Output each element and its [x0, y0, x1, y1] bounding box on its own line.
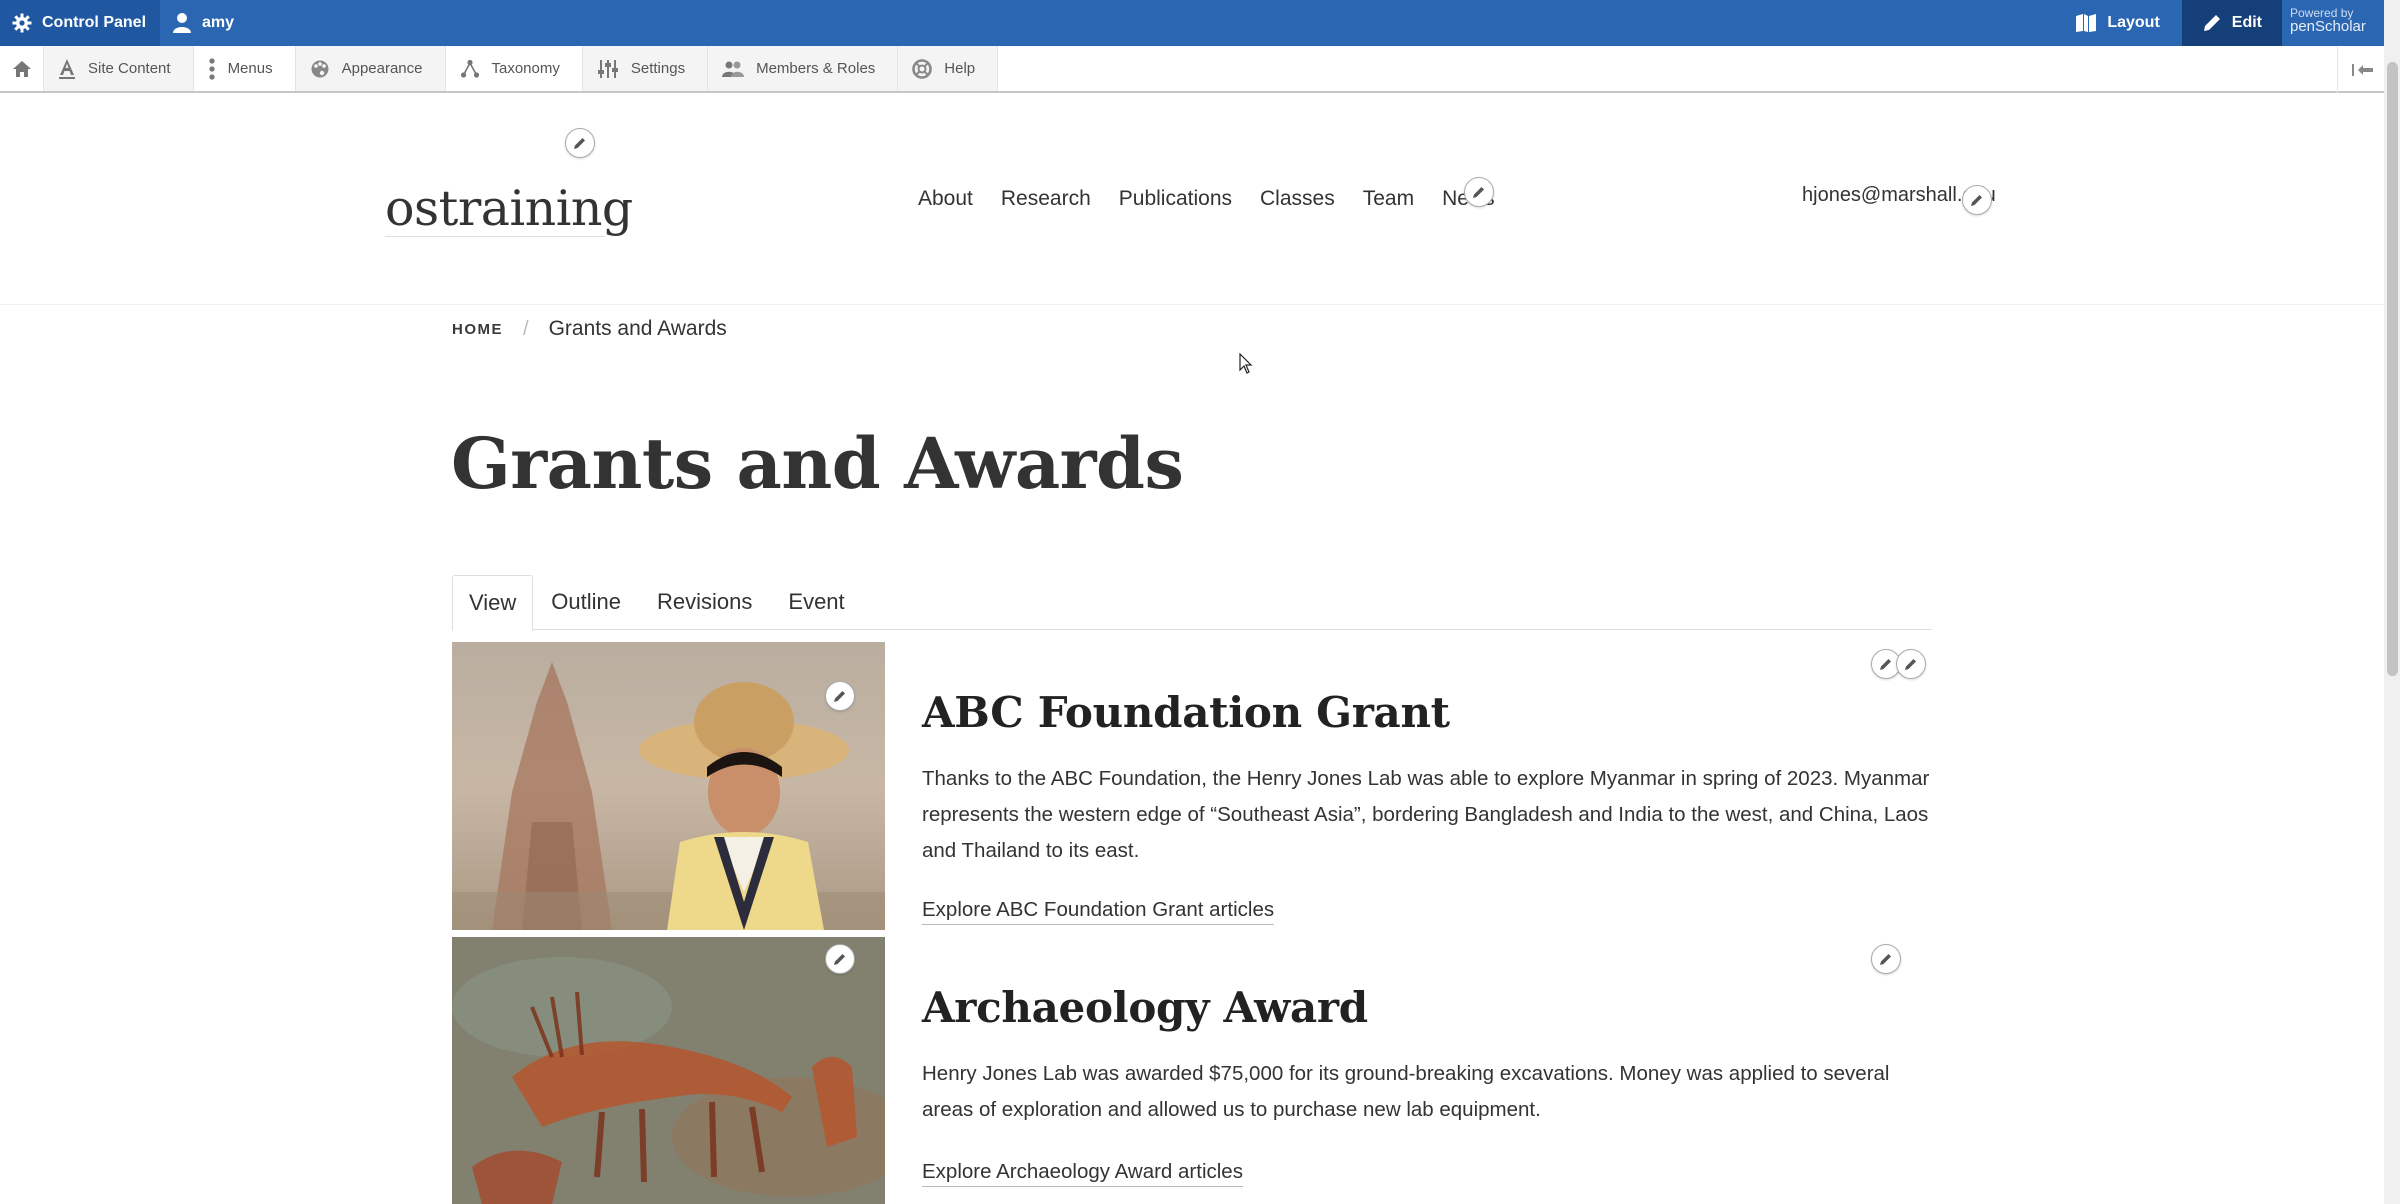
abc-grant-title[interactable]: ABC Foundation Grant — [922, 688, 1450, 737]
help-icon — [912, 58, 933, 79]
edit-image-pencil-button[interactable] — [825, 944, 855, 974]
pencil-icon — [1971, 195, 1982, 206]
pencil-icon — [1905, 659, 1916, 670]
tab-view[interactable]: View — [452, 575, 534, 631]
user-icon — [173, 13, 191, 33]
toolbar-site-content[interactable]: Site Content — [44, 46, 194, 91]
edit-button[interactable]: Edit — [2181, 0, 2282, 46]
pencil-icon — [2203, 15, 2220, 31]
user-name: amy — [202, 14, 235, 31]
edit-label: Edit — [2231, 14, 2262, 31]
edit-item-pencil-button[interactable] — [1896, 649, 1926, 679]
control-panel-label: Control Panel — [42, 14, 147, 31]
edit-menu-pencil-button[interactable] — [1464, 177, 1494, 207]
toolbar-label: Appearance — [341, 60, 423, 77]
toolbar-collapse-button[interactable] — [2337, 46, 2374, 93]
main-navigation: About Research Publications Classes Team… — [918, 187, 1523, 211]
toolbar-label: Members & Roles — [756, 60, 876, 77]
toolbar-label: Settings — [630, 60, 686, 77]
archaeology-award-title[interactable]: Archaeology Award — [922, 983, 1368, 1032]
appearance-icon — [311, 60, 329, 77]
tab-event[interactable]: Event — [770, 575, 862, 630]
collapse-arrow-icon — [2352, 63, 2373, 76]
menus-icon — [208, 57, 215, 80]
settings-icon — [597, 59, 618, 78]
toolbar-menus[interactable]: Menus — [194, 46, 296, 91]
nav-team[interactable]: Team — [1363, 187, 1414, 211]
page-scrollbar[interactable] — [2384, 0, 2400, 1204]
page-tabs: View Outline Revisions Event — [452, 575, 1932, 631]
layout-label: Layout — [2107, 14, 2160, 31]
home-icon — [12, 60, 31, 77]
archaeology-award-image[interactable] — [452, 937, 885, 1204]
page-title: Grants and Awards — [451, 422, 1184, 505]
pencil-icon — [834, 954, 845, 965]
edit-contact-pencil-button[interactable] — [1962, 185, 1992, 215]
home-button[interactable] — [0, 46, 44, 91]
breadcrumb-separator: / — [523, 317, 529, 340]
toolbar-help[interactable]: Help — [898, 46, 999, 91]
pencil-icon — [1473, 187, 1484, 198]
abc-grant-link[interactable]: Explore ABC Foundation Grant articles — [922, 898, 1275, 925]
layout-button[interactable]: Layout — [2053, 0, 2181, 46]
toolbar-label: Help — [944, 60, 976, 77]
pencil-icon — [1880, 659, 1891, 670]
admin-toolbar: Site Content Menus Appearance Taxonomy S… — [0, 46, 2384, 93]
edit-image-pencil-button[interactable] — [825, 681, 855, 711]
site-name[interactable]: ostraining — [385, 180, 633, 237]
user-menu-button[interactable]: amy — [160, 0, 249, 46]
header-divider — [0, 304, 2384, 305]
gear-icon — [12, 13, 32, 33]
toolbar-label: Taxonomy — [491, 60, 560, 77]
toolbar-taxonomy[interactable]: Taxonomy — [446, 46, 583, 91]
toolbar-appearance[interactable]: Appearance — [295, 46, 446, 91]
nav-classes[interactable]: Classes — [1260, 187, 1335, 211]
breadcrumb-home[interactable]: HOME — [452, 321, 503, 338]
pencil-icon — [834, 691, 845, 702]
nav-about[interactable]: About — [918, 187, 973, 211]
toolbar-settings[interactable]: Settings — [582, 46, 709, 91]
tab-outline[interactable]: Outline — [533, 575, 639, 630]
site-name-underline — [385, 236, 605, 237]
control-panel-button[interactable]: Control Panel — [0, 0, 160, 46]
mouse-cursor-icon — [1239, 353, 1253, 374]
taxonomy-icon — [460, 59, 479, 78]
tab-revisions[interactable]: Revisions — [639, 575, 770, 630]
layout-icon — [2076, 14, 2097, 32]
toolbar-members-roles[interactable]: Members & Roles — [708, 46, 899, 91]
members-icon — [722, 61, 745, 77]
openscholar-logo[interactable]: Powered by penScholar — [2282, 0, 2400, 46]
nav-publications[interactable]: Publications — [1119, 187, 1232, 211]
archaeology-award-link[interactable]: Explore Archaeology Award articles — [922, 1160, 1243, 1187]
breadcrumb: HOME / Grants and Awards — [452, 317, 727, 341]
breadcrumb-current: Grants and Awards — [548, 317, 727, 340]
toolbar-label: Menus — [227, 60, 273, 77]
edit-item-pencil-button[interactable] — [1871, 944, 1901, 974]
edit-logo-pencil-button[interactable] — [565, 128, 595, 158]
abc-grant-body: Thanks to the ABC Foundation, the Henry … — [922, 767, 1930, 862]
scrollbar-thumb[interactable] — [2387, 62, 2398, 676]
pencil-icon — [1880, 954, 1891, 965]
site-content-icon — [59, 58, 75, 79]
admin-bar: Control Panel amy Layout Edit Powered by… — [0, 0, 2400, 46]
nav-research[interactable]: Research — [1001, 187, 1091, 211]
toolbar-label: Site Content — [88, 60, 171, 77]
abc-grant-image[interactable] — [452, 642, 885, 930]
archaeology-award-body: Henry Jones Lab was awarded $75,000 for … — [922, 1062, 1890, 1121]
pencil-icon — [574, 138, 585, 149]
